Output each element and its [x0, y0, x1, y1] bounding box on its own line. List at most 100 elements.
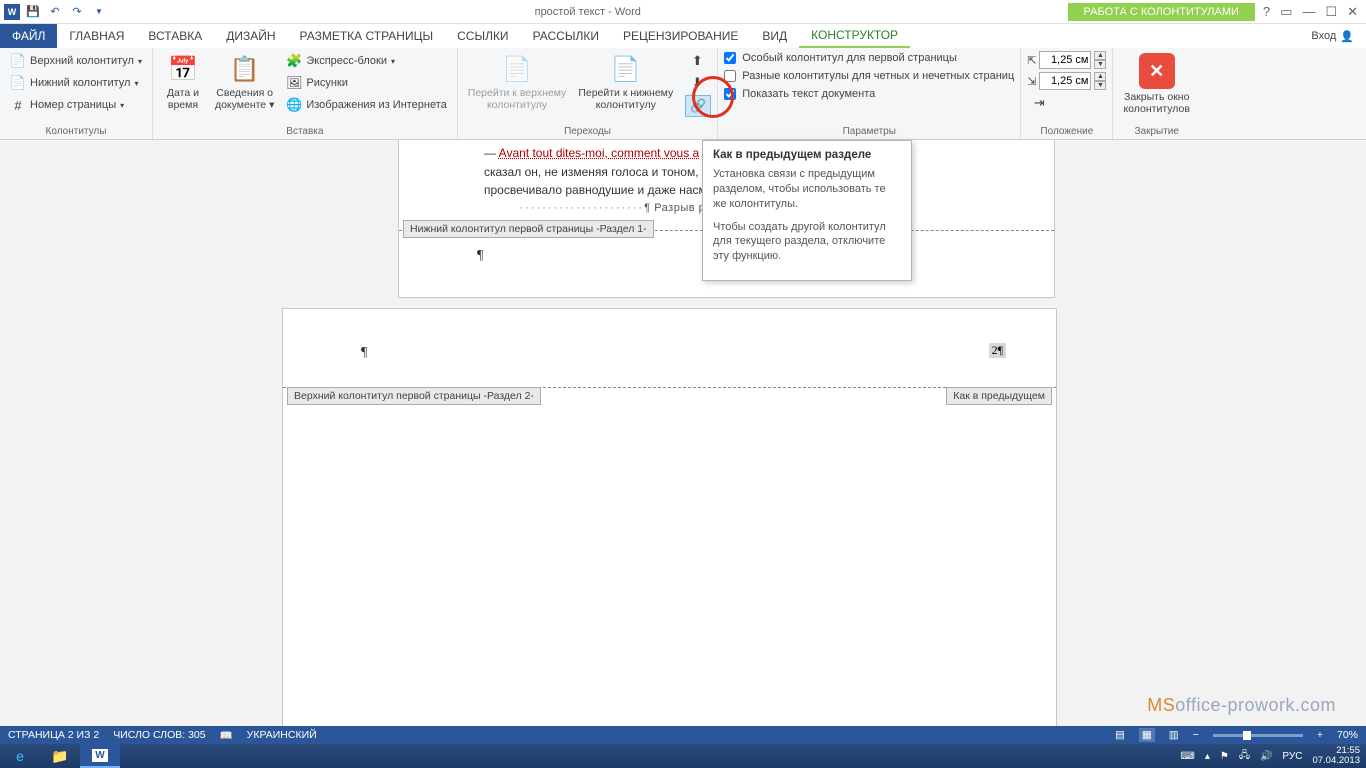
down-arrow-icon[interactable]: ▼	[1094, 60, 1106, 69]
title-bar: W 💾 ↶ ↷ ▼ простой текст - Word РАБОТА С …	[0, 0, 1366, 24]
save-icon[interactable]: 💾	[24, 3, 42, 21]
same-as-previous-tag: Как в предыдущем	[946, 387, 1052, 405]
up-arrow-icon[interactable]: ▲	[1094, 51, 1106, 60]
different-first-page-checkbox[interactable]: Особый колонтитул для первой страницы	[724, 51, 1014, 65]
tab-layout[interactable]: РАЗМЕТКА СТРАНИЦЫ	[288, 24, 446, 48]
status-word-count[interactable]: ЧИСЛО СЛОВ: 305	[113, 729, 205, 741]
taskbar: e 📁 W ⌨ ▴ ⚑ 🖧 🔊 РУС 21:55 07.04.2013	[0, 744, 1366, 768]
date-time-button[interactable]: 📅 Дата ивремя	[159, 51, 207, 113]
status-page[interactable]: СТРАНИЦА 2 ИЗ 2	[8, 729, 99, 741]
footer-from-bottom-input[interactable]	[1039, 72, 1091, 90]
redo-icon[interactable]: ↷	[68, 3, 86, 21]
link-to-previous-button[interactable]: 🔗	[685, 95, 711, 117]
show-document-text-checkbox[interactable]: Показать текст документа	[724, 87, 1014, 101]
zoom-out-button[interactable]: −	[1193, 729, 1199, 741]
minimize-icon[interactable]: —	[1302, 4, 1315, 20]
footer-icon: 📄	[10, 75, 26, 91]
tab-insert[interactable]: ВСТАВКА	[136, 24, 214, 48]
insert-alignment-tab-button[interactable]: ⇥	[1027, 93, 1106, 113]
ribbon: 📄Верхний колонтитул ▾ 📄Нижний колонтитул…	[0, 48, 1366, 140]
online-pictures-button[interactable]: 🌐Изображения из Интернета	[282, 95, 450, 115]
quickparts-icon: 🧩	[286, 53, 302, 69]
prev-section-button[interactable]: ⬆	[685, 51, 711, 71]
prev-icon: ⬆	[689, 53, 705, 69]
close-header-footer-button[interactable]: ✕ Закрыть окноколонтитулов	[1119, 51, 1194, 117]
group-position: ⇱▲▼ ⇲▲▼ ⇥ Положение	[1021, 48, 1113, 139]
header-from-top-spinner[interactable]: ⇱▲▼	[1027, 51, 1106, 69]
tray-language[interactable]: РУС	[1282, 751, 1302, 762]
view-web-layout-icon[interactable]: ▥	[1169, 729, 1179, 741]
flag-icon[interactable]: ⚑	[1220, 751, 1229, 762]
view-print-layout-icon[interactable]: ▦	[1139, 728, 1155, 742]
footer-button[interactable]: 📄Нижний колонтитул ▾	[6, 73, 146, 93]
quick-parts-button[interactable]: 🧩Экспресс-блоки ▾	[282, 51, 450, 71]
tab-review[interactable]: РЕЦЕНЗИРОВАНИЕ	[611, 24, 750, 48]
link-previous-icon: 🔗	[690, 98, 706, 114]
tab-refs[interactable]: ССЫЛКИ	[445, 24, 520, 48]
zoom-slider[interactable]	[1213, 734, 1303, 737]
link-to-previous-tooltip: Как в предыдущем разделе Установка связи…	[702, 140, 912, 281]
down-arrow-icon[interactable]: ▼	[1094, 81, 1106, 90]
help-icon[interactable]: ?	[1263, 4, 1270, 20]
page-2: ¶ 2¶ Верхний колонтитул первой страницы …	[282, 308, 1057, 726]
network-icon[interactable]: 🖧	[1239, 748, 1250, 765]
tab-mail[interactable]: РАССЫЛКИ	[521, 24, 611, 48]
up-arrow-icon[interactable]: ▲	[1094, 72, 1106, 81]
tab-design[interactable]: ДИЗАЙН	[214, 24, 287, 48]
system-tray: ⌨ ▴ ⚑ 🖧 🔊 РУС 21:55 07.04.2013	[1180, 746, 1366, 766]
spellcheck-icon[interactable]: 📖	[220, 729, 233, 742]
taskbar-explorer-icon[interactable]: 📁	[40, 744, 80, 768]
ribbon-options-icon[interactable]: ▭	[1280, 4, 1292, 20]
undo-icon[interactable]: ↶	[46, 3, 64, 21]
group-label: Параметры	[724, 124, 1014, 137]
different-odd-even-checkbox[interactable]: Разные колонтитулы для четных и нечетных…	[724, 69, 1014, 83]
group-options: Особый колонтитул для первой страницы Ра…	[718, 48, 1021, 139]
sign-in-link[interactable]: Вход 👤	[1299, 24, 1366, 48]
tab-file[interactable]: ФАЙЛ	[0, 24, 57, 48]
hash-icon: #	[10, 97, 26, 113]
group-label: Закрытие	[1119, 124, 1194, 137]
group-close: ✕ Закрыть окноколонтитулов Закрытие	[1113, 48, 1200, 139]
taskbar-clock[interactable]: 21:55 07.04.2013	[1312, 746, 1360, 766]
zoom-level[interactable]: 70%	[1337, 729, 1358, 741]
header-button[interactable]: 📄Верхний колонтитул ▾	[6, 51, 146, 71]
word-app-icon[interactable]: W	[4, 4, 20, 20]
footer-from-bottom-spinner[interactable]: ⇲ ▲▼	[1027, 72, 1106, 90]
margin-bottom-icon: ⇲	[1027, 75, 1036, 88]
window-controls: ? ▭ — ☐ ✕	[1255, 4, 1366, 20]
goto-header-button: 📄 Перейти к верхнемуколонтитулу	[464, 51, 571, 113]
tab-home[interactable]: ГЛАВНАЯ	[57, 24, 136, 48]
status-language[interactable]: УКРАИНСКИЙ	[247, 729, 317, 741]
zoom-in-button[interactable]: +	[1317, 729, 1323, 741]
tab-constructor[interactable]: КОНСТРУКТОР	[799, 24, 910, 48]
close-x-icon: ✕	[1139, 53, 1175, 89]
close-icon[interactable]: ✕	[1347, 4, 1358, 20]
keyboard-icon[interactable]: ⌨	[1180, 751, 1194, 762]
window-title: простой текст - Word	[108, 6, 1068, 18]
tooltip-text: Установка связи с предыдущим разделом, ч…	[713, 167, 901, 212]
group-label: Положение	[1027, 124, 1106, 137]
doc-info-button[interactable]: 📋 Сведения одокументе ▾	[211, 51, 278, 113]
header-from-top-input[interactable]	[1039, 51, 1091, 69]
pictures-button[interactable]: 🖼Рисунки	[282, 73, 450, 93]
tray-up-icon[interactable]: ▴	[1205, 751, 1210, 762]
taskbar-word-icon[interactable]: W	[80, 744, 120, 768]
page-number-field: 2¶	[989, 343, 1006, 358]
view-read-mode-icon[interactable]: ▤	[1115, 729, 1125, 741]
calendar-icon: 📅	[167, 53, 199, 85]
page-number-button[interactable]: #Номер страницы ▾	[6, 95, 146, 115]
online-picture-icon: 🌐	[286, 97, 302, 113]
user-icon: 👤	[1340, 30, 1354, 43]
taskbar-ie-icon[interactable]: e	[0, 744, 40, 768]
document-area[interactable]: — Avant tout dites-moi, comment vous a с…	[0, 140, 1366, 726]
document-info-icon: 📋	[229, 53, 261, 85]
volume-icon[interactable]: 🔊	[1260, 751, 1272, 762]
goto-footer-button[interactable]: 📄 Перейти к нижнемуколонтитулу	[574, 51, 677, 113]
contextual-tab-label: РАБОТА С КОЛОНТИТУЛАМИ	[1068, 3, 1255, 21]
goto-footer-icon: 📄	[610, 53, 642, 85]
qat-dropdown-icon[interactable]: ▼	[90, 3, 108, 21]
tab-view[interactable]: ВИД	[750, 24, 799, 48]
tooltip-title: Как в предыдущем разделе	[713, 149, 901, 161]
maximize-icon[interactable]: ☐	[1325, 4, 1337, 20]
next-section-button[interactable]: ⬇	[685, 73, 711, 93]
